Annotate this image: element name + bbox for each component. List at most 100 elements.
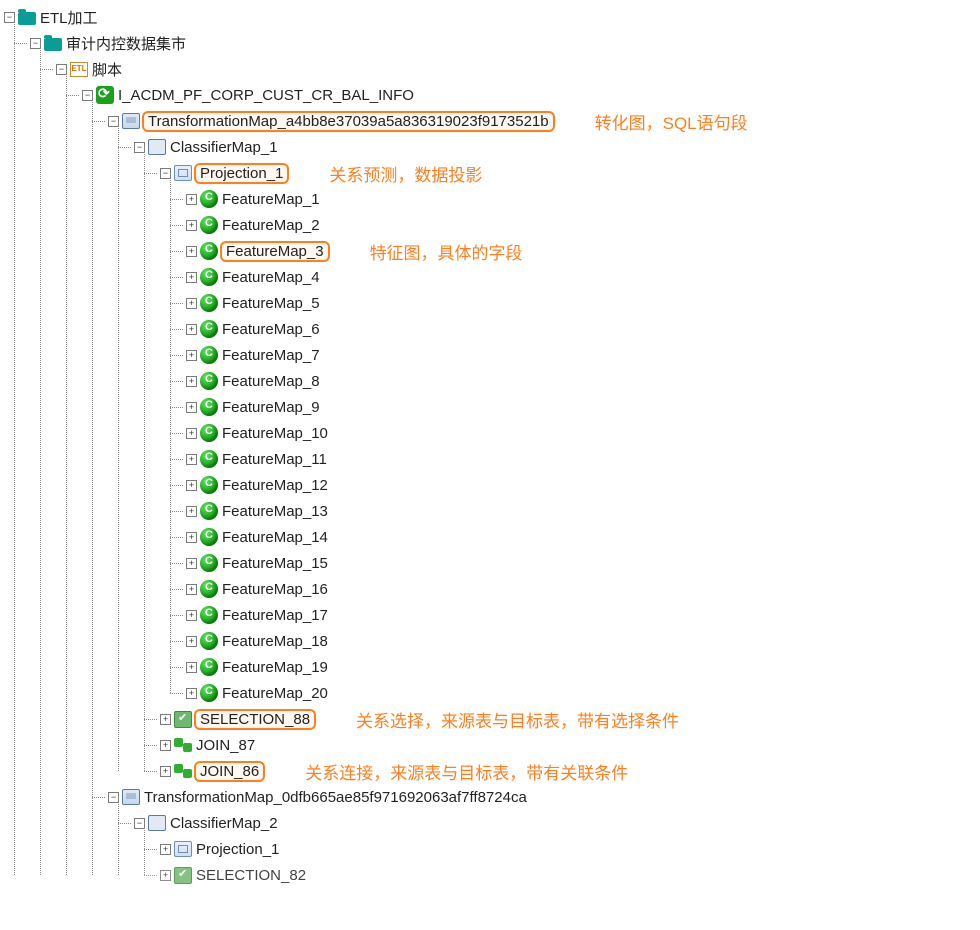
node-label: FeatureMap_12 <box>220 477 330 494</box>
node-feature-map[interactable]: + FeatureMap_9 <box>186 394 980 420</box>
node-feature-map[interactable]: +FeatureMap_4 <box>186 264 980 290</box>
feature-icon <box>200 450 218 468</box>
expand-icon[interactable]: + <box>186 246 197 257</box>
classifier-icon <box>148 814 166 832</box>
expand-icon[interactable]: + <box>186 454 197 465</box>
map-icon <box>122 112 140 130</box>
expand-icon[interactable]: + <box>186 688 197 699</box>
node-feature-map[interactable]: +FeatureMap_19 <box>186 654 980 680</box>
annotation-text: 关系连接，来源表与目标表，带有关联条件 <box>305 759 628 784</box>
feature-icon <box>200 320 218 338</box>
map-icon <box>122 788 140 806</box>
node-feature-map[interactable]: +FeatureMap_6 <box>186 316 980 342</box>
feature-icon <box>200 476 218 494</box>
expand-icon[interactable]: + <box>186 636 197 647</box>
node-feature-map[interactable]: +FeatureMap_3特征图，具体的字段 <box>186 238 980 264</box>
expand-icon[interactable]: + <box>160 740 171 751</box>
node-join[interactable]: + JOIN_86 关系连接，来源表与目标表，带有关联条件 <box>160 758 980 784</box>
node-label: FeatureMap_9 <box>220 399 322 416</box>
expand-icon[interactable]: + <box>160 766 171 777</box>
join-icon <box>174 762 192 780</box>
node-feature-map[interactable]: +FeatureMap_14 <box>186 524 980 550</box>
node-transformation-map[interactable]: − TransformationMap_0dfb665ae85f97169206… <box>108 784 980 810</box>
node-feature-map[interactable]: +FeatureMap_8 <box>186 368 980 394</box>
projection-icon <box>174 840 192 858</box>
expand-icon[interactable]: + <box>186 324 197 335</box>
expand-icon[interactable]: + <box>186 532 197 543</box>
node-label: JOIN_87 <box>194 737 257 754</box>
node-feature-map[interactable]: +FeatureMap_18 <box>186 628 980 654</box>
node-feature-map[interactable]: +FeatureMap_20 <box>186 680 980 706</box>
expand-icon[interactable]: + <box>160 870 171 881</box>
node-feature-map[interactable]: + FeatureMap_2 <box>186 212 980 238</box>
projection-icon <box>174 164 192 182</box>
expand-icon[interactable]: + <box>186 376 197 387</box>
node-label: FeatureMap_15 <box>220 555 330 572</box>
node-feature-map[interactable]: + FeatureMap_5 <box>186 290 980 316</box>
node-transformation-map[interactable]: − TransformationMap_a4bb8e37039a5a836319… <box>108 108 980 134</box>
node-feature-map[interactable]: + FeatureMap_17 <box>186 602 980 628</box>
node-label: 脚本 <box>90 59 124 80</box>
expand-icon[interactable]: + <box>186 350 197 361</box>
feature-icon <box>200 190 218 208</box>
expand-icon[interactable]: + <box>186 480 197 491</box>
node-label: SELECTION_82 <box>194 867 308 884</box>
node-feature-map[interactable]: + FeatureMap_12 <box>186 472 980 498</box>
node-feature-map[interactable]: + FeatureMap_7 <box>186 342 980 368</box>
node-feature-map[interactable]: +FeatureMap_13 <box>186 498 980 524</box>
expand-icon[interactable]: + <box>186 402 197 413</box>
node-label: FeatureMap_17 <box>220 607 330 624</box>
node-label: Projection_1 <box>194 841 281 858</box>
node-feature-map[interactable]: +FeatureMap_11 <box>186 446 980 472</box>
expand-icon[interactable]: + <box>186 272 197 283</box>
node-label: FeatureMap_5 <box>220 295 322 312</box>
expand-icon[interactable]: + <box>186 662 197 673</box>
node-selection[interactable]: + SELECTION_82 <box>160 862 980 888</box>
feature-icon <box>200 502 218 520</box>
node-etl[interactable]: − ETL加工 <box>4 4 980 30</box>
feature-icon <box>200 216 218 234</box>
annotation-text: 关系预测，数据投影 <box>329 161 482 186</box>
expand-icon[interactable]: + <box>186 194 197 205</box>
expand-icon[interactable]: + <box>186 298 197 309</box>
node-scripts[interactable]: − ETL 脚本 <box>56 56 980 82</box>
node-selection[interactable]: + SELECTION_88 关系选择，来源表与目标表，带有选择条件 <box>160 706 980 732</box>
expand-icon[interactable]: + <box>160 844 171 855</box>
feature-icon <box>200 684 218 702</box>
feature-icon <box>200 554 218 572</box>
folder-icon <box>18 8 36 26</box>
node-label: FeatureMap_7 <box>220 347 322 364</box>
node-label: JOIN_86 <box>194 761 265 782</box>
node-job[interactable]: − I_ACDM_PF_CORP_CUST_CR_BAL_INFO <box>82 82 980 108</box>
node-label: ClassifierMap_2 <box>168 815 280 832</box>
node-join[interactable]: + JOIN_87 <box>160 732 980 758</box>
node-feature-map[interactable]: +FeatureMap_1 <box>186 186 980 212</box>
node-feature-map[interactable]: +FeatureMap_10 <box>186 420 980 446</box>
node-classifier-map[interactable]: − ClassifierMap_1 <box>134 134 980 160</box>
node-classifier-map[interactable]: − ClassifierMap_2 <box>134 810 980 836</box>
node-feature-map[interactable]: + FeatureMap_16 <box>186 576 980 602</box>
expand-icon[interactable]: + <box>186 220 197 231</box>
node-label: FeatureMap_16 <box>220 581 330 598</box>
node-projection[interactable]: − Projection_1 关系预测，数据投影 <box>160 160 980 186</box>
node-label: FeatureMap_2 <box>220 217 322 234</box>
expand-icon[interactable]: + <box>186 584 197 595</box>
node-datamart[interactable]: − 审计内控数据集市 <box>30 30 980 56</box>
annotation-text: 关系选择，来源表与目标表，带有选择条件 <box>356 707 679 732</box>
feature-icon <box>200 372 218 390</box>
node-label: ETL加工 <box>38 7 100 28</box>
node-projection[interactable]: + Projection_1 <box>160 836 980 862</box>
feature-icon <box>200 294 218 312</box>
node-label: FeatureMap_3 <box>220 241 330 262</box>
expand-icon[interactable]: + <box>186 428 197 439</box>
expand-icon[interactable]: + <box>160 714 171 725</box>
feature-icon <box>200 658 218 676</box>
expand-icon[interactable]: + <box>186 558 197 569</box>
node-label: ClassifierMap_1 <box>168 139 280 156</box>
feature-icon <box>200 398 218 416</box>
join-icon <box>174 736 192 754</box>
feature-icon <box>200 424 218 442</box>
expand-icon[interactable]: + <box>186 610 197 621</box>
node-feature-map[interactable]: + FeatureMap_15 <box>186 550 980 576</box>
expand-icon[interactable]: + <box>186 506 197 517</box>
